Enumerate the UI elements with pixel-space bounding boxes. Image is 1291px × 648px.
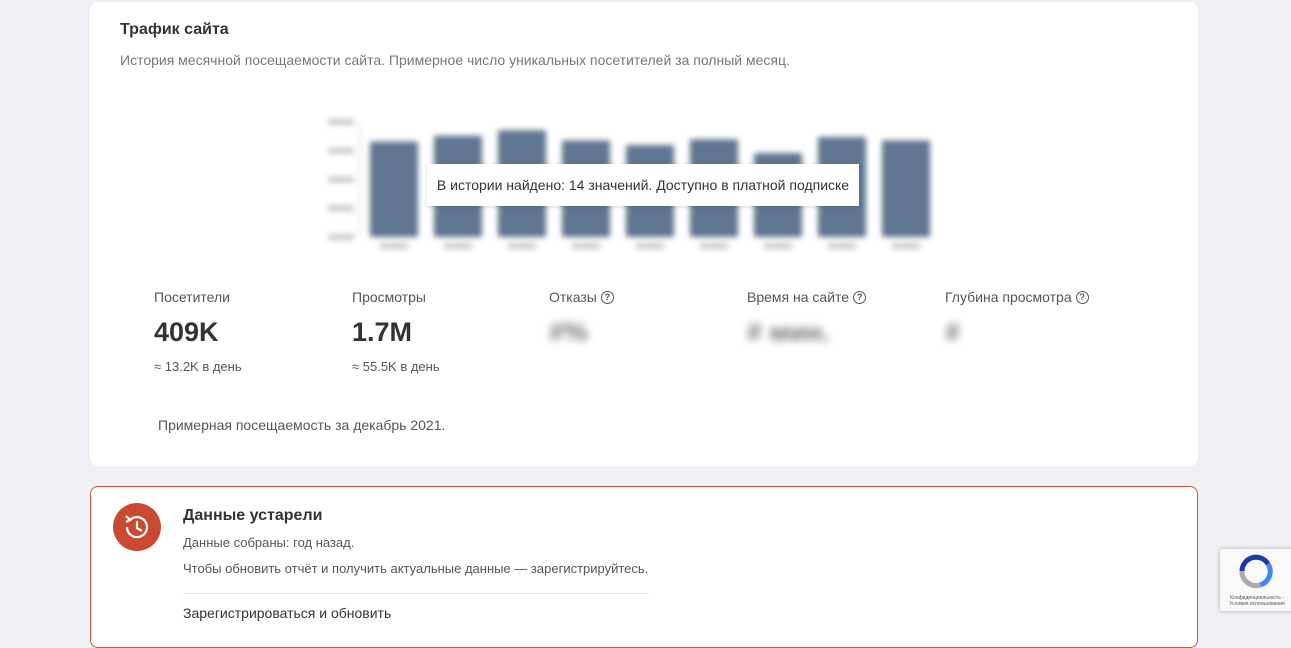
chart-y-tick <box>328 176 354 183</box>
stat-sub: ≈ 55.5K в день <box>352 359 440 374</box>
chart-x-tick <box>636 243 664 249</box>
stat-value: # <box>945 317 961 347</box>
stat-label: Время на сайте ? <box>747 287 937 307</box>
stat-bounces: Отказы ? #% <box>549 287 739 349</box>
help-icon[interactable]: ? <box>1075 290 1089 304</box>
recaptcha-text: Конфиденциальность - Условия использован… <box>1229 595 1285 607</box>
help-icon[interactable]: ? <box>853 290 867 304</box>
approx-note: Примерная посещаемость за декабрь 2021. <box>158 417 446 433</box>
traffic-title: Трафик сайта <box>120 21 229 38</box>
history-icon <box>113 503 161 551</box>
chart-x-tick <box>380 243 408 249</box>
stat-visitors: Посетители 409K ≈ 13.2K в день <box>154 287 344 374</box>
outdated-register-text: Чтобы обновить отчёт и получить актуальн… <box>183 561 649 576</box>
stat-label: Глубина просмотра ? <box>945 287 1135 307</box>
chart-x-tick <box>828 243 856 249</box>
outdated-title: Данные устарели <box>183 507 323 524</box>
traffic-subtitle: История месячной посещаемости сайта. При… <box>120 52 790 68</box>
chart-y-tick <box>328 147 354 154</box>
chart-x-tick <box>764 243 792 249</box>
chart-bar <box>370 141 418 237</box>
stat-view-depth: Глубина просмотра ? # <box>945 287 1135 349</box>
chart-y-tick <box>328 119 354 125</box>
chart-x-tick <box>892 243 920 249</box>
chart-x-tick <box>700 243 728 249</box>
stat-value: # мин. <box>747 317 830 347</box>
divider <box>183 593 649 594</box>
chart-x-tick <box>508 243 536 249</box>
stat-time-on-site: Время на сайте ? # мин. <box>747 287 937 349</box>
chart-x-tick <box>444 243 472 249</box>
stat-label: Отказы ? <box>549 287 739 307</box>
chart-bar <box>882 140 930 237</box>
stat-label: Просмотры <box>352 289 426 305</box>
outdated-collected-text: Данные собраны: год назад. <box>183 535 355 550</box>
help-icon[interactable]: ? <box>600 290 614 304</box>
chart-y-tick <box>328 205 354 212</box>
chart-x-tick <box>572 243 600 249</box>
stat-pageviews: Просмотры 1.7M ≈ 55.5K в день <box>352 287 542 374</box>
stat-value: 409K <box>154 317 219 347</box>
recaptcha-icon <box>1239 554 1273 589</box>
traffic-card: Трафик сайта История месячной посещаемос… <box>90 2 1198 466</box>
stat-value: 1.7M <box>352 317 413 347</box>
paywall-tooltip: В истории найдено: 14 значений. Доступно… <box>427 164 859 206</box>
stat-value: #% <box>549 317 589 347</box>
stat-sub: ≈ 13.2K в день <box>154 359 242 374</box>
recaptcha-badge[interactable]: Конфиденциальность - Условия использован… <box>1220 549 1291 611</box>
chart-y-tick <box>328 234 354 240</box>
stat-label: Посетители <box>154 289 230 305</box>
outdated-card: Данные устарели Данные собраны: год наза… <box>90 486 1198 648</box>
